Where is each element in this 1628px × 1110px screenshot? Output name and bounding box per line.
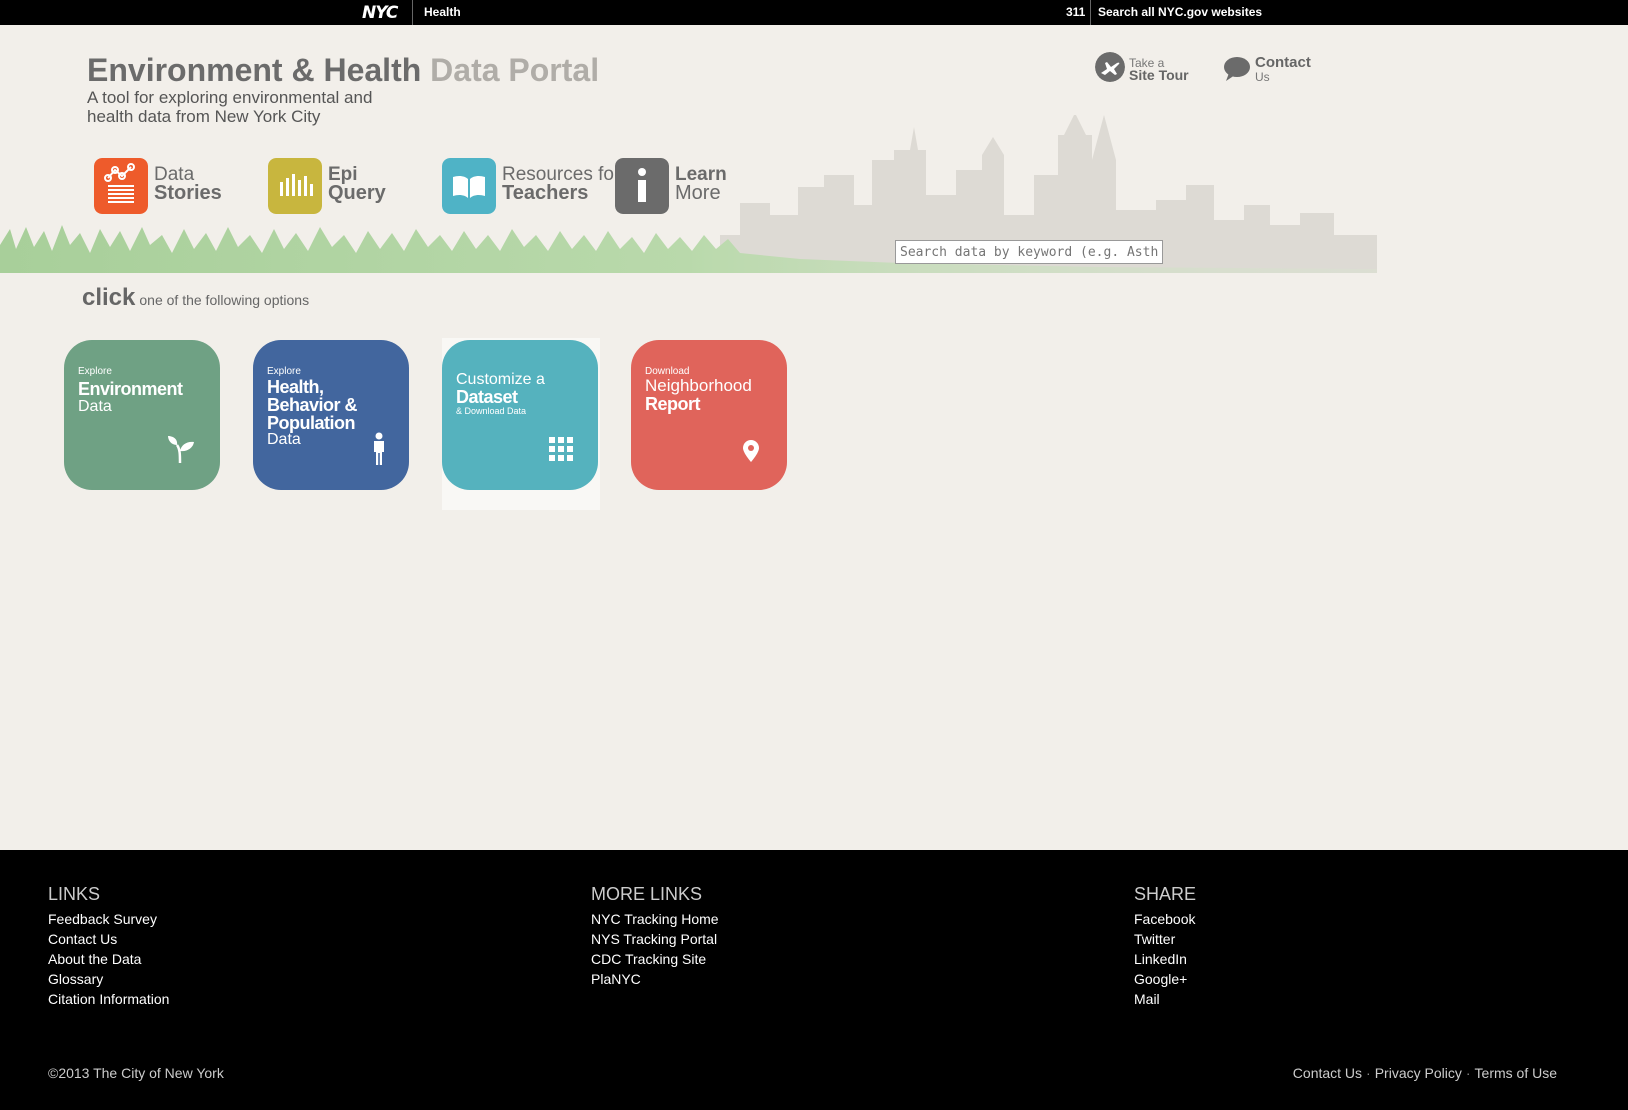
bar-chart-icon — [268, 158, 322, 214]
person-icon — [374, 432, 384, 465]
instruction-text: click one of the following options — [82, 284, 310, 311]
divider — [1090, 0, 1091, 25]
footer-link-feedback-survey[interactable]: Feedback Survey — [48, 909, 169, 929]
footer-heading: MORE LINKS — [591, 884, 703, 904]
nyc-top-bar: NYC Health 311 Search all NYC.gov websit… — [0, 0, 1628, 25]
footer-link-planyc[interactable]: PlaNYC — [591, 969, 719, 989]
privacy-policy-link[interactable]: Privacy Policy — [1375, 1065, 1462, 1081]
footer-share-column: SHARE Facebook Twitter LinkedIn Google+ … — [1134, 884, 1196, 1009]
share-twitter-link[interactable]: Twitter — [1134, 929, 1196, 949]
footer-link-glossary[interactable]: Glossary — [48, 969, 169, 989]
agency-link-health[interactable]: Health — [424, 5, 461, 19]
airplane-icon — [1095, 52, 1125, 82]
site-footer: LINKS Feedback Survey Contact Us About t… — [0, 850, 1628, 1110]
share-linkedin-link[interactable]: LinkedIn — [1134, 949, 1196, 969]
info-icon — [615, 158, 669, 214]
footer-link-cdc-tracking-site[interactable]: CDC Tracking Site — [591, 949, 719, 969]
page-title: Environment & Health Data Portal — [87, 52, 600, 88]
footer-heading: LINKS — [48, 884, 101, 904]
keyword-search-input[interactable] — [895, 240, 1163, 264]
footer-more-links-column: MORE LINKS NYC Tracking Home NYS Trackin… — [591, 884, 719, 989]
link-311[interactable]: 311 — [1066, 5, 1085, 19]
map-pin-icon — [743, 440, 759, 462]
terms-of-use-link[interactable]: Terms of Use — [1475, 1065, 1557, 1081]
footer-heading: SHARE — [1134, 884, 1197, 904]
sprout-icon — [168, 436, 194, 464]
footer-links-column: LINKS Feedback Survey Contact Us About t… — [48, 884, 169, 1009]
footer-link-nys-tracking-portal[interactable]: NYS Tracking Portal — [591, 929, 719, 949]
grid-icon — [549, 437, 573, 461]
nyc-logo[interactable]: NYC — [362, 3, 398, 23]
card-explore-health-behavior-population-data[interactable]: Explore Health, Behavior & Population Da… — [253, 340, 409, 490]
copyright-text: ©2013 The City of New York — [48, 1065, 224, 1081]
card-customize-dataset[interactable]: Customize a Dataset & Download Data — [442, 340, 598, 490]
footer-link-citation-information[interactable]: Citation Information — [48, 989, 169, 1009]
footer-link-contact-us[interactable]: Contact Us — [48, 929, 169, 949]
footer-link-about-the-data[interactable]: About the Data — [48, 949, 169, 969]
footer-legal-links: Contact Us · Privacy Policy · Terms of Use — [1292, 1065, 1557, 1081]
card-explore-environment-data[interactable]: Explore Environment Data — [64, 340, 220, 490]
share-google-plus-link[interactable]: Google+ — [1134, 969, 1196, 989]
card-download-neighborhood-report[interactable]: Download Neighborhood Report — [631, 340, 787, 490]
share-mail-link[interactable]: Mail — [1134, 989, 1196, 1009]
footer-link-nyc-tracking-home[interactable]: NYC Tracking Home — [591, 909, 719, 929]
chart-icon — [94, 158, 148, 214]
speech-bubble-icon — [1224, 57, 1250, 81]
legal-contact-us-link[interactable]: Contact Us — [1293, 1065, 1362, 1081]
share-facebook-link[interactable]: Facebook — [1134, 909, 1196, 929]
grass-graphic — [0, 225, 1377, 273]
page-subtitle: A tool for exploring environmental and h… — [87, 88, 373, 126]
book-icon — [442, 158, 496, 214]
divider — [412, 0, 413, 25]
search-all-nyc-link[interactable]: Search all NYC.gov websites — [1098, 5, 1262, 19]
